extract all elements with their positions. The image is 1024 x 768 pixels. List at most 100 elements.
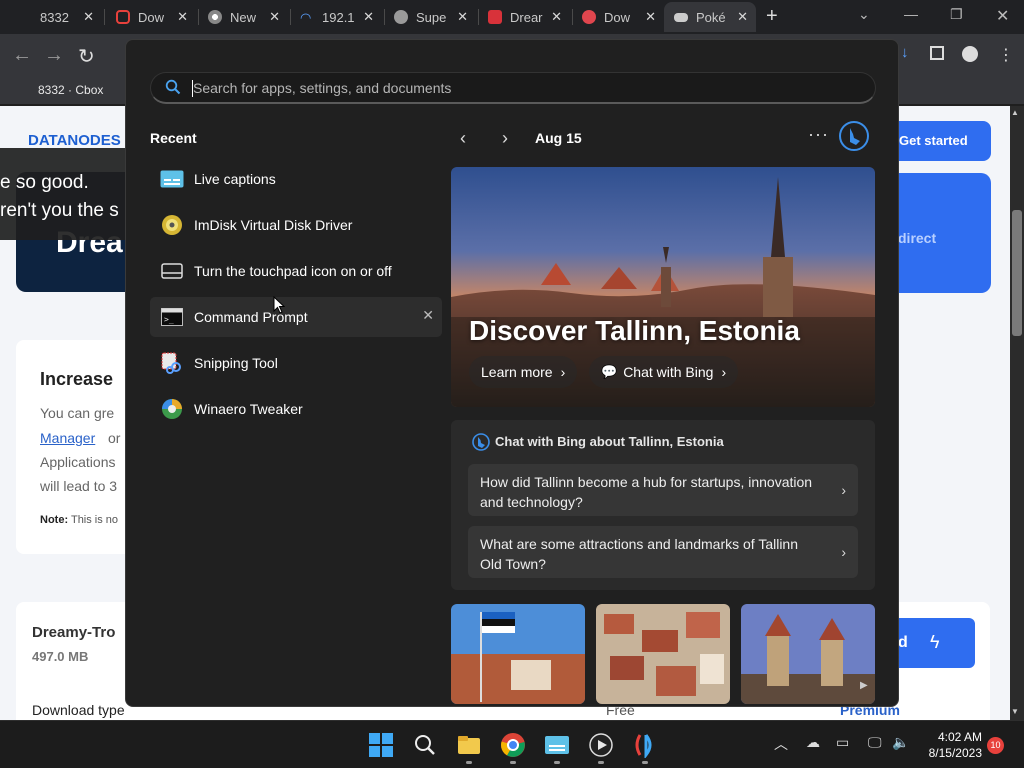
file-explorer-icon[interactable]	[456, 732, 482, 758]
site-logo[interactable]: DATANODES	[28, 132, 121, 149]
recent-item-snipping-tool[interactable]: Snipping Tool	[150, 343, 442, 383]
file-name: Dreamy-Tro	[32, 624, 116, 641]
bing-question-card[interactable]: How did Tallinn become a hub for startup…	[468, 464, 858, 516]
clock-time[interactable]: 4:02 AM	[930, 730, 982, 744]
recent-item-live-captions[interactable]: Live captions	[150, 159, 442, 199]
dream-favicon-icon	[488, 10, 502, 24]
previous-day-chevron-icon[interactable]: ‹	[460, 128, 466, 149]
scroll-right-icon[interactable]: ▶	[860, 680, 868, 691]
bing-icon[interactable]	[839, 121, 869, 151]
spotlight-thumbnail[interactable]	[596, 604, 730, 704]
next-day-chevron-icon[interactable]: ›	[502, 128, 508, 149]
page-scrollbar[interactable]	[1010, 106, 1024, 720]
recent-item-imdisk[interactable]: ImDisk Virtual Disk Driver	[150, 205, 442, 245]
scroll-up-icon[interactable]: ▲	[1011, 108, 1019, 117]
recent-item-command-prompt[interactable]: >_ Command Prompt ✕	[150, 297, 442, 337]
spotlight-hero-image[interactable]: Discover Tallinn, Estonia Learn more › 💬…	[451, 167, 875, 407]
restore-icon[interactable]: ❐	[950, 6, 963, 23]
spotlight-thumbnail[interactable]	[451, 604, 585, 704]
more-options-icon[interactable]: ···	[808, 124, 829, 145]
svg-text:>_: >_	[164, 315, 174, 324]
download-type-label: Download type	[32, 702, 125, 718]
bing-question-card[interactable]: What are some attractions and landmarks …	[468, 526, 858, 578]
browser-tab[interactable]: Dow ✕	[572, 2, 664, 32]
close-window-icon[interactable]: ✕	[996, 6, 1009, 26]
windows-start-icon[interactable]	[368, 732, 394, 758]
browser-tab[interactable]: 8332 ✕	[24, 2, 102, 32]
forward-icon[interactable]: →	[44, 44, 64, 67]
browser-tab[interactable]: Supe ✕	[384, 2, 476, 32]
close-tab-icon[interactable]: ✕	[363, 9, 374, 25]
side-panel-icon[interactable]	[930, 46, 944, 60]
chrome-icon	[208, 10, 222, 24]
close-tab-icon[interactable]: ✕	[83, 9, 94, 25]
learn-more-button[interactable]: Learn more ›	[469, 356, 578, 388]
tab-search-chevron-icon[interactable]: ⌄	[858, 6, 870, 23]
monitor-network-icon[interactable]: 🖵	[868, 734, 882, 751]
scroll-down-icon[interactable]: ▼	[1011, 707, 1019, 716]
search-icon[interactable]	[412, 732, 438, 758]
close-tab-icon[interactable]: ✕	[457, 9, 468, 25]
chevron-up-icon[interactable]: ︿	[774, 734, 788, 754]
running-indicator	[642, 761, 648, 764]
chat-with-bing-button[interactable]: 💬 Chat with Bing ›	[589, 356, 739, 388]
remove-recent-close-icon[interactable]: ✕	[422, 307, 434, 324]
minimize-icon[interactable]: —	[904, 6, 918, 22]
recent-item-label: Snipping Tool	[194, 355, 278, 371]
recent-item-winaero[interactable]: Winaero Tweaker	[150, 389, 442, 429]
note-body: This is no	[70, 514, 119, 526]
note-text: Note: This is no	[40, 514, 118, 526]
question-text: What are some attractions and landmarks …	[480, 536, 799, 572]
app-logo-icon[interactable]	[632, 732, 658, 758]
mouse-cursor-icon	[273, 296, 285, 314]
keyboard-icon[interactable]: ▭	[836, 734, 849, 751]
back-icon[interactable]: ←	[12, 44, 32, 67]
close-tab-icon[interactable]: ✕	[269, 9, 280, 25]
browser-tab[interactable]: ◠ 192.1 ✕	[290, 2, 382, 32]
running-indicator	[510, 761, 516, 764]
cloud-offline-icon[interactable]: ☁	[806, 734, 820, 751]
close-tab-icon[interactable]: ✕	[177, 9, 188, 25]
info-text-line: Applications	[40, 454, 116, 470]
running-indicator	[554, 761, 560, 764]
browser-tab[interactable]: New ✕	[198, 2, 288, 32]
notification-badge[interactable]: 10	[987, 737, 1004, 754]
browser-tab[interactable]: Drear ✕	[478, 2, 570, 32]
reload-icon[interactable]: ↻	[78, 44, 95, 69]
close-tab-icon[interactable]: ✕	[645, 9, 656, 25]
close-tab-icon[interactable]: ✕	[737, 9, 748, 25]
live-captions-taskbar-icon[interactable]	[544, 732, 570, 758]
close-tab-icon[interactable]: ✕	[551, 9, 562, 25]
download-arrow-icon[interactable]: ↓	[901, 44, 909, 61]
info-text-line: You can gre	[40, 405, 115, 421]
media-player-icon[interactable]	[588, 732, 614, 758]
lightning-icon: ϟ	[930, 632, 940, 652]
browser-tab-strip: 8332 ✕ Dow ✕ New ✕ ◠ 192.1 ✕ Supe ✕ Drea…	[0, 0, 1024, 34]
tab-title: New	[230, 9, 257, 25]
winaero-tweaker-icon	[160, 399, 184, 419]
bing-chat-heading: Chat with Bing about Tallinn, Estonia	[495, 434, 724, 449]
chat-bubble-icon: 💬	[601, 364, 618, 379]
bookmark-link[interactable]: 8332 · Cbox	[38, 83, 103, 97]
chevron-right-icon: ›	[721, 364, 727, 380]
search-input[interactable]	[193, 77, 853, 99]
tab-title: Drear	[510, 9, 543, 25]
menu-kebab-icon[interactable]: ⋮	[998, 45, 1014, 65]
scrollbar-thumb[interactable]	[1012, 210, 1022, 336]
viru-gate-image	[741, 604, 875, 704]
new-tab-icon[interactable]: +	[766, 5, 778, 28]
spotlight-title: Discover Tallinn, Estonia	[469, 315, 800, 346]
browser-tab-active[interactable]: Poké ✕	[664, 2, 756, 32]
manager-link[interactable]: Manager	[40, 430, 95, 446]
spotlight-thumbnail[interactable]	[741, 604, 875, 704]
browser-tab[interactable]: Dow ✕	[106, 2, 196, 32]
profile-icon[interactable]	[962, 46, 978, 62]
volume-icon[interactable]: 🔈	[892, 734, 909, 751]
chrome-icon[interactable]	[500, 732, 526, 758]
recent-item-touchpad[interactable]: Turn the touchpad icon on or off	[150, 251, 442, 291]
clock-date[interactable]: 8/15/2023	[921, 746, 982, 760]
search-icon	[165, 79, 181, 95]
start-search-box[interactable]	[150, 72, 876, 104]
live-captions-overlay: e so good. ren't you the s	[0, 148, 130, 240]
note-label: Note:	[40, 514, 69, 526]
